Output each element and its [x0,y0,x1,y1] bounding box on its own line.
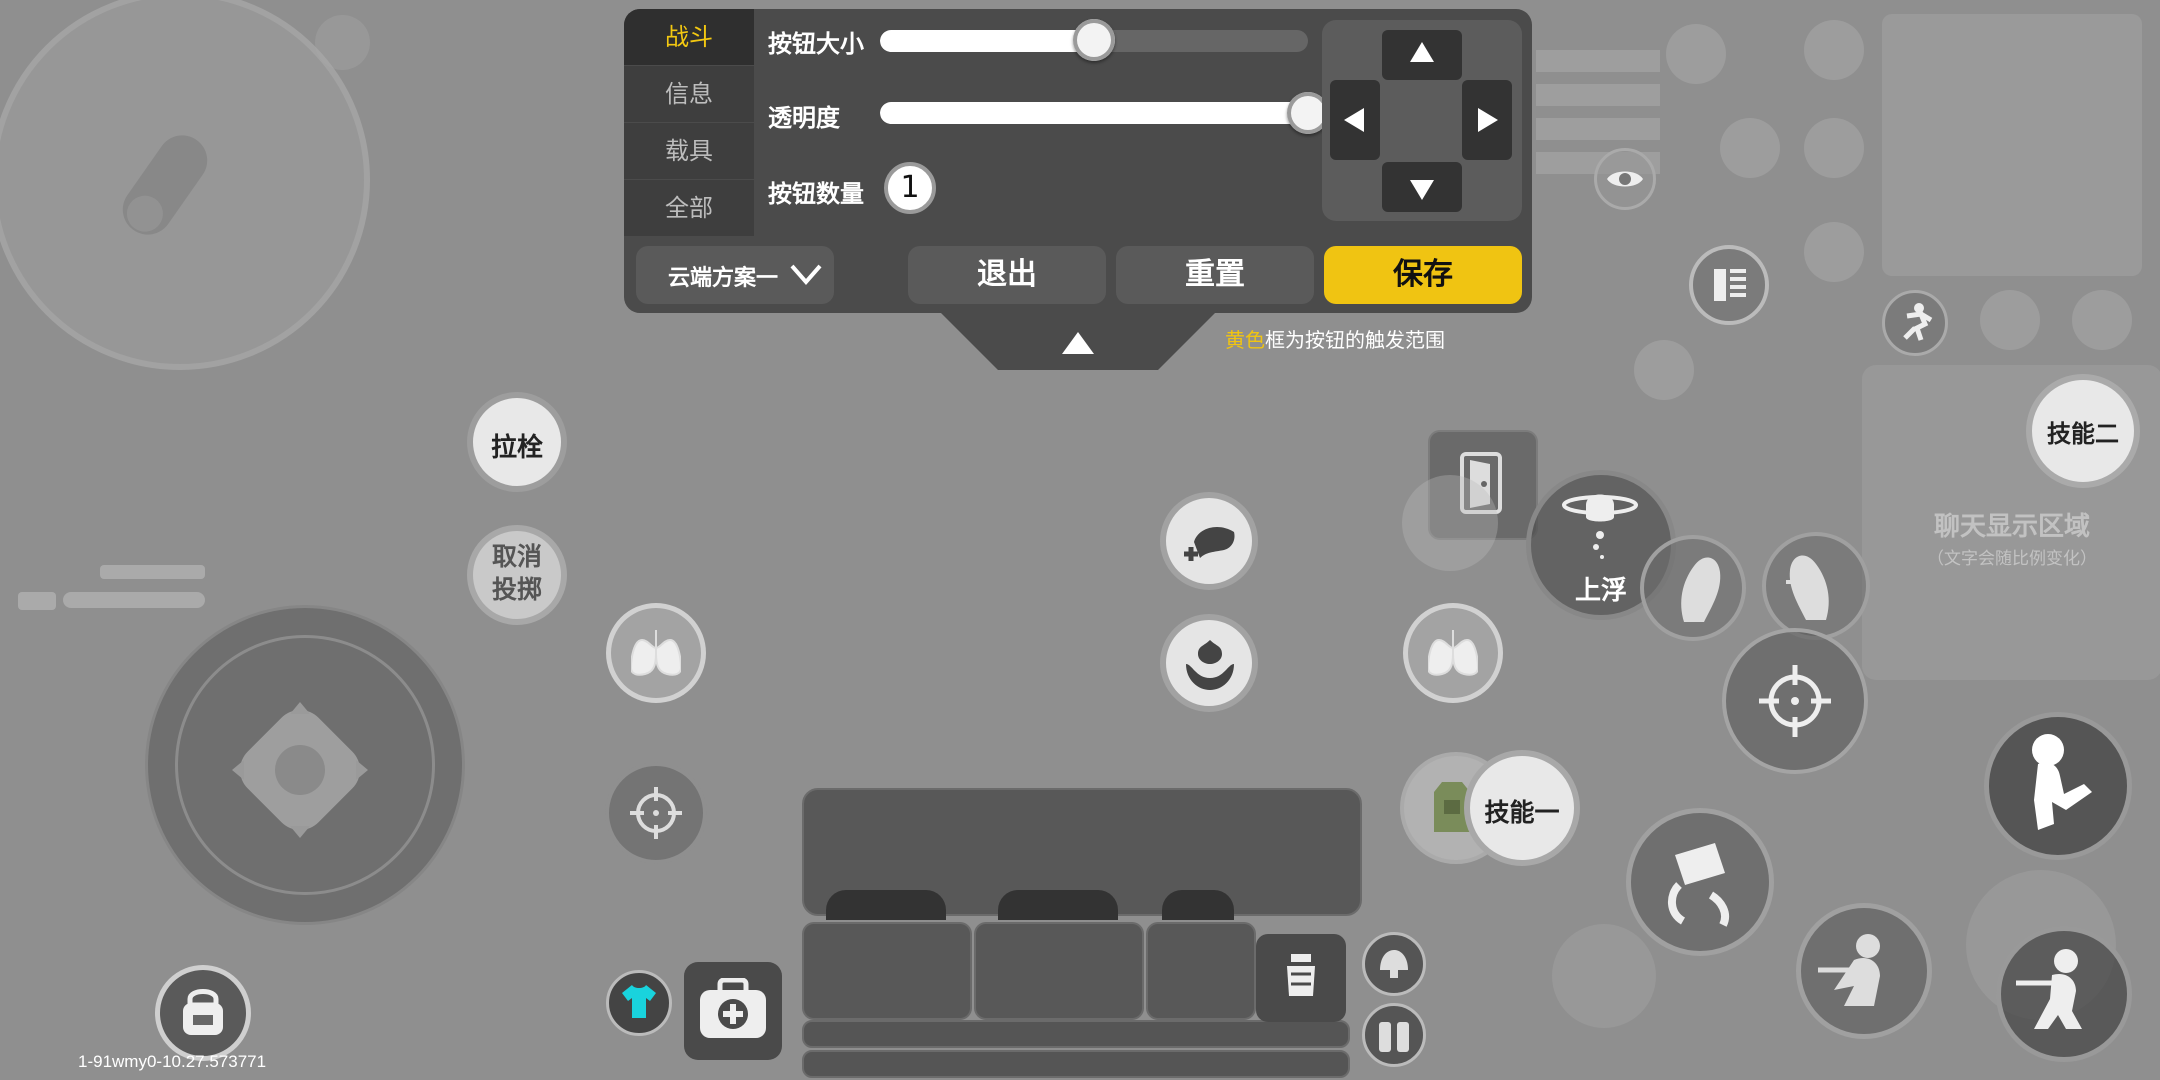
rescue-hand-icon [1180,512,1240,574]
crouch-icon [1818,930,1910,1014]
lungs-icon [1426,630,1480,680]
minimap-area [1882,14,2142,276]
voice-chat-icon[interactable] [315,15,370,70]
mark-button[interactable] [1552,924,1656,1028]
weapon-slot-3[interactable] [1146,922,1256,1020]
gear-icon[interactable] [1804,20,1864,80]
running-man-icon [1897,302,1935,346]
dpad-arrows-icon [220,690,380,850]
helmet-icon [1376,946,1412,986]
eye-icon [1605,165,1645,197]
arrow-up-icon [1410,42,1434,62]
chat-area-title: 聊天显示区域 [1933,512,2090,542]
button-size-slider-thumb[interactable] [1073,19,1115,61]
scheme-dropdown-value: 云端方案一 [668,266,779,291]
reload-icon [1655,835,1745,933]
bullet-icon [100,110,230,260]
button-count-stepper[interactable]: 1 [884,162,936,214]
weapon-slot-1[interactable] [802,922,972,1020]
lean-icon [1710,265,1750,309]
nudge-down-button[interactable] [1382,162,1462,212]
lungs-icon [629,630,683,680]
steering-button[interactable] [1402,475,1498,571]
tab-vehicle[interactable]: 载具 [624,123,754,179]
build-info: 1-91wmy0-10.27.573771 [78,1052,267,1071]
edit-icon[interactable] [1720,118,1780,178]
button-count-label: 按钮数量 [768,180,864,208]
tab-all[interactable]: 全部 [624,180,754,236]
weapon-slot-tab [826,890,946,920]
speaker-icon[interactable] [1804,118,1864,178]
opacity-slider[interactable] [880,102,1308,124]
jump-icon [2012,730,2104,844]
armor-bar [802,1050,1350,1078]
crosshair-icon [1755,661,1835,745]
hint-text: 框为按钮的触发范围 [1265,328,1445,352]
diver-icon [1560,485,1640,569]
hint-highlight: 黄色 [1225,328,1265,352]
arrow-right-icon [1478,108,1498,132]
heal-hands-icon [1180,634,1240,696]
medkit-icon [698,977,768,1044]
chat-bubble-icon[interactable] [2072,290,2132,350]
cancel-throw-label: 取消投掷 [491,542,542,604]
vehicle-health-bar [63,592,205,608]
opacity-slider-fill [880,102,1308,124]
emote-icon[interactable] [1980,290,2040,350]
weapon-slot-2[interactable] [974,922,1144,1020]
chevron-down-icon [790,264,822,286]
fuel-gauge [100,565,205,579]
prone-icon [2012,945,2112,1045]
weapon-slot-tab [1162,890,1234,920]
button-size-slider-fill [880,30,1094,52]
shirt-icon [620,983,658,1025]
backpack-icon [178,985,228,1041]
tab-info[interactable]: 信息 [624,66,754,122]
reset-button[interactable]: 重置 [1116,246,1314,304]
skill-one-label: 技能一 [1484,798,1560,827]
panel-collapse-tab[interactable] [938,310,1218,370]
peek-left-icon [1664,552,1724,628]
trigger-range-hint: 黄色框为按钮的触发范围 [1225,324,1445,353]
grenade-icon [1283,952,1319,1006]
save-button[interactable]: 保存 [1324,246,1522,304]
opacity-label: 透明度 [768,104,840,132]
tab-combat[interactable]: 战斗 [624,9,754,65]
microphone-icon[interactable] [1804,222,1864,282]
crosshair-icon [628,785,684,845]
location-pin-icon[interactable] [1634,340,1694,400]
nudge-right-button[interactable] [1462,80,1512,160]
arrow-left-icon [1344,108,1364,132]
weapon-slot-tab [998,890,1118,920]
arrow-down-icon [1410,180,1434,200]
skill-two-label: 技能二 [2047,420,2119,448]
nudge-left-button[interactable] [1330,80,1380,160]
button-size-label: 按钮大小 [768,30,864,58]
vehicle-icon [18,592,56,610]
health-bar [802,1020,1350,1048]
peek-right-icon [1786,550,1846,626]
nudge-up-button[interactable] [1382,30,1462,80]
bolt-label: 拉栓 [490,433,543,463]
exit-button[interactable]: 退出 [908,246,1106,304]
chat-area-subtitle: （文字会随比例变化） [1927,549,2097,569]
vest-icon [1377,1016,1411,1058]
camera-icon[interactable] [1666,24,1726,84]
